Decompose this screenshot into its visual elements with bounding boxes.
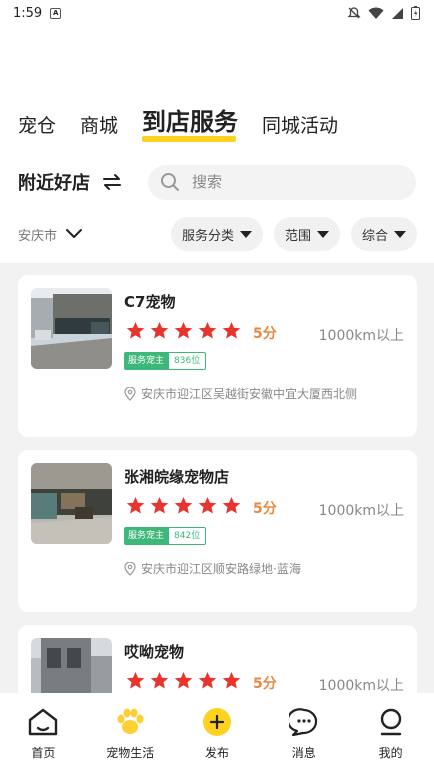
star-icon — [198, 496, 217, 514]
store-photo — [31, 288, 112, 369]
bottom-nav: 首页 宠物生活 发布 消息 我的 — [0, 693, 434, 771]
filter-range[interactable]: 范围 — [273, 217, 340, 251]
star-icon — [150, 321, 169, 339]
store-photo — [31, 638, 112, 693]
nav-label: 我的 — [378, 746, 403, 760]
signal-icon — [392, 7, 403, 19]
nav-label: 首页 — [31, 746, 56, 760]
filter-row: 安庆市 服务分类 范围 综合 — [18, 216, 417, 252]
city-label: 安庆市 — [18, 228, 58, 244]
nav-mine[interactable]: 我的 — [347, 693, 434, 771]
tab-mall[interactable]: 商城 — [80, 112, 118, 140]
mute-bell-icon — [347, 7, 361, 19]
plus-circle-icon — [200, 706, 234, 738]
address-text: 安庆市迎江区吴越街安徽中宜大厦西北侧 — [141, 387, 358, 401]
chat-icon — [287, 706, 321, 738]
filter-chip-label: 范围 — [284, 228, 311, 244]
filter-chip-label: 综合 — [361, 228, 388, 244]
star-icon — [150, 671, 169, 689]
filter-sort[interactable]: 综合 — [350, 217, 417, 251]
chevron-down-icon — [66, 229, 83, 238]
nav-home[interactable]: 首页 — [0, 693, 87, 771]
badge-rank: 836位 — [168, 352, 207, 370]
address-text: 安庆市迎江区顺安路绿地·蓝海 — [141, 562, 301, 576]
service-badge: 服务宠主 836位 — [124, 352, 207, 370]
star-icon — [126, 671, 145, 689]
store-list[interactable]: C7宠物 5分 1000km以上 服务宠主 836位 安庆市迎江区吴越街安徽中宜… — [0, 263, 434, 693]
status-bar: 1:59 A — [0, 0, 434, 26]
notification-icon: A — [50, 7, 62, 19]
star-icon — [198, 321, 217, 339]
nearby-row: 附近好店 — [18, 164, 416, 200]
store-name: 张湘皖缘宠物店 — [124, 468, 230, 486]
store-card[interactable]: 张湘皖缘宠物店 5分 1000km以上 服务宠主 842位 安庆市迎江区顺安路绿… — [18, 450, 417, 612]
star-rating — [126, 321, 241, 340]
search-icon — [161, 173, 179, 191]
search-input[interactable] — [192, 173, 392, 191]
filter-service-category[interactable]: 服务分类 — [170, 217, 263, 251]
star-icon — [126, 321, 145, 339]
star-rating — [126, 496, 241, 515]
wifi-icon — [368, 7, 384, 19]
nav-label: 消息 — [291, 746, 316, 760]
store-address: 安庆市迎江区顺安路绿地·蓝海 — [124, 560, 301, 577]
caret-down-icon — [239, 230, 252, 238]
store-score: 5分 — [253, 326, 277, 342]
star-icon — [222, 496, 241, 514]
badge-label: 服务宠主 — [124, 352, 169, 370]
store-distance: 1000km以上 — [318, 678, 404, 693]
store-score: 5分 — [253, 676, 277, 692]
store-distance: 1000km以上 — [318, 328, 404, 344]
store-photo — [31, 463, 112, 544]
tab-pet-warehouse[interactable]: 宠仓 — [18, 112, 56, 140]
badge-label: 服务宠主 — [124, 527, 169, 545]
star-icon — [174, 671, 193, 689]
star-icon — [150, 496, 169, 514]
star-rating — [126, 671, 241, 690]
search-box[interactable] — [148, 164, 416, 200]
battery-icon — [411, 6, 420, 20]
location-pin-icon — [124, 561, 136, 576]
store-card[interactable]: C7宠物 5分 1000km以上 服务宠主 836位 安庆市迎江区吴越街安徽中宜… — [18, 275, 417, 437]
store-name: C7宠物 — [124, 293, 176, 311]
location-pin-icon — [124, 386, 136, 401]
star-icon — [198, 671, 217, 689]
tab-local-events[interactable]: 同城活动 — [262, 112, 338, 140]
nearby-title: 附近好店 — [18, 173, 90, 194]
nav-pet-life[interactable]: 宠物生活 — [87, 693, 174, 771]
swap-icon[interactable] — [100, 170, 124, 194]
store-card[interactable]: 哎呦宠物 5分 1000km以上 — [18, 625, 417, 693]
caret-down-icon — [316, 230, 329, 238]
nav-messages[interactable]: 消息 — [260, 693, 347, 771]
top-tabs: 宠仓 商城 到店服务 同城活动 — [18, 104, 338, 142]
store-distance: 1000km以上 — [318, 503, 404, 519]
status-time: 1:59 — [13, 5, 43, 21]
store-name: 哎呦宠物 — [124, 643, 185, 661]
caret-down-icon — [394, 230, 406, 238]
tab-in-store-service[interactable]: 到店服务 — [142, 104, 238, 142]
star-icon — [222, 321, 241, 339]
user-icon — [374, 706, 408, 738]
nav-label: 发布 — [204, 746, 229, 760]
star-icon — [222, 671, 241, 689]
paw-icon — [113, 706, 147, 738]
city-select[interactable]: 安庆市 — [18, 225, 83, 244]
nav-publish[interactable]: 发布 — [174, 693, 261, 771]
store-score: 5分 — [253, 501, 277, 517]
star-icon — [126, 496, 145, 514]
star-icon — [174, 321, 193, 339]
filter-chip-label: 服务分类 — [181, 228, 234, 244]
service-badge: 服务宠主 842位 — [124, 527, 207, 545]
store-address: 安庆市迎江区吴越街安徽中宜大厦西北侧 — [124, 385, 357, 402]
star-icon — [174, 496, 193, 514]
home-icon — [26, 706, 60, 738]
badge-rank: 842位 — [168, 527, 207, 545]
nav-label: 宠物生活 — [106, 746, 155, 760]
